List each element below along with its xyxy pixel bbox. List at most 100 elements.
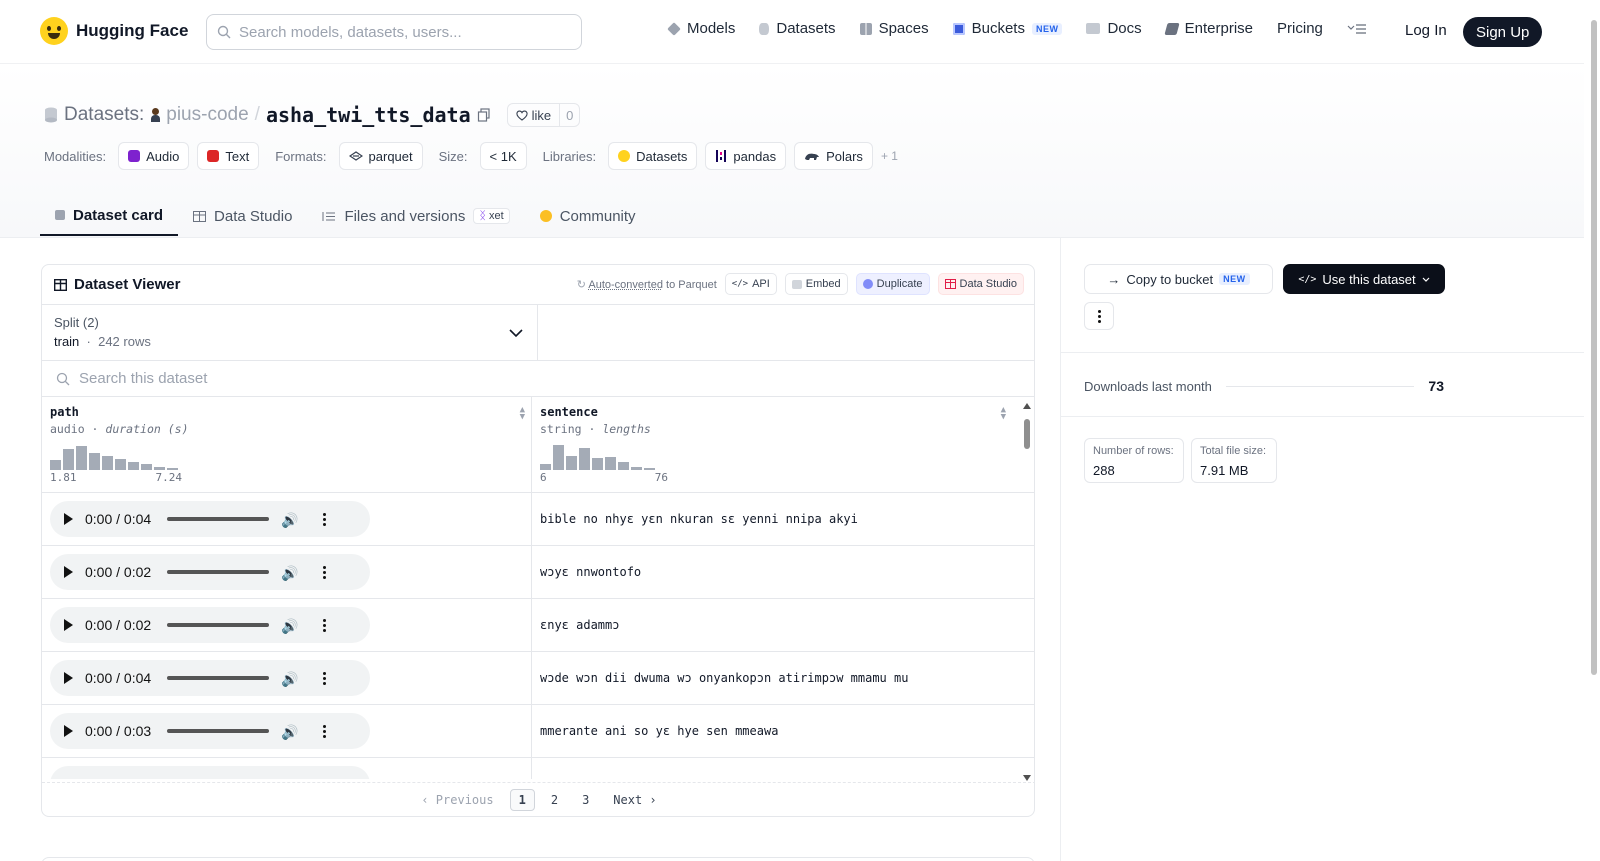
histogram-bar[interactable] [579,448,590,470]
histogram-bar[interactable] [128,462,139,470]
nav-more-menu[interactable] [1347,23,1367,35]
tab-data-studio[interactable]: Data Studio [178,196,307,236]
use-this-dataset-button[interactable]: </> Use this dataset [1283,264,1445,294]
nav-docs[interactable]: Docs [1086,20,1141,37]
copy-to-bucket-button[interactable]: → Copy to bucket NEW [1084,264,1273,294]
nav-buckets[interactable]: Buckets NEW [953,20,1063,37]
column-header-sentence[interactable]: sentence string · lengths 6 76 ▲ ▼ [532,397,1012,492]
api-button[interactable]: </> API [725,273,777,295]
tab-community[interactable]: Community [525,196,651,236]
previous-page-button[interactable]: ‹ Previous [413,790,501,810]
audio-progress-track[interactable] [167,676,269,680]
histogram-bar[interactable] [63,449,74,470]
histogram-bar[interactable] [167,468,178,470]
audio-player[interactable]: 0:00 / 0:02 🔊 [50,607,370,643]
histogram-bar[interactable] [540,464,551,470]
duplicate-button[interactable]: Duplicate [856,273,930,295]
histogram-bar[interactable] [102,456,113,470]
audio-player[interactable]: 0:00 / 0:02 🔊 [50,554,370,590]
play-icon[interactable] [64,566,73,578]
histogram-bar[interactable] [644,468,655,470]
table-row[interactable]: 0:00 / 0:02 🔊 ɛnyɛ adammɔ [42,599,1034,652]
histogram-bar[interactable] [76,446,87,470]
tab-dataset-card[interactable]: Dataset card [40,196,178,236]
tag-pandas[interactable]: pandas [705,142,786,170]
histogram-bar[interactable] [566,456,577,470]
tag-polars[interactable]: Polars [794,142,873,170]
table-row[interactable]: 0:00 / 0:04 🔊 bible no nhyɛ yɛn nkuran sɛ… [42,493,1034,546]
tab-files-and-versions[interactable]: Files and versions ᛝ xet [307,196,524,236]
table-row[interactable]: 0:00 / 0:04 🔊 wɔde wɔn dii dwuma wɔ onyan… [42,652,1034,705]
volume-icon[interactable]: 🔊 [281,724,295,738]
like-button[interactable]: like 0 [507,103,581,127]
volume-icon[interactable]: 🔊 [281,671,295,685]
more-options-icon[interactable] [323,725,326,738]
table-row-partial[interactable] [42,758,1034,779]
data-studio-button[interactable]: Data Studio [938,273,1024,295]
table-scrollbar[interactable] [1020,401,1034,783]
audio-progress-track[interactable] [167,570,269,574]
play-icon[interactable] [64,513,73,525]
more-options-icon[interactable] [323,566,326,579]
histogram-bar[interactable] [605,457,616,470]
more-options-icon[interactable] [323,513,326,526]
next-page-button[interactable]: Next › [605,790,664,810]
nav-datasets[interactable]: Datasets [759,20,835,37]
home-logo-link[interactable]: Hugging Face [40,17,188,45]
play-icon[interactable] [64,672,73,684]
histogram-bar[interactable] [50,460,61,470]
repo-owner-link[interactable]: pius-code [166,104,248,126]
sort-icon[interactable]: ▲ ▼ [520,407,525,421]
column-header-path[interactable]: path audio · duration (s) 1.81 7.24 ▲ ▼ [42,397,532,492]
more-options-icon[interactable] [323,619,326,632]
histogram-bar[interactable] [618,462,629,470]
auto-converted-link[interactable]: Auto-converted [588,279,663,291]
dataset-search[interactable]: Search this dataset [42,361,1034,397]
audio-player[interactable]: 0:00 / 0:03 🔊 [50,713,370,749]
table-row[interactable]: 0:00 / 0:02 🔊 wɔyɛ nnwontofo [42,546,1034,599]
audio-player[interactable]: 0:00 / 0:04 🔊 [50,501,370,537]
page-1-button[interactable]: 1 [510,789,535,811]
scroll-up-icon[interactable] [1023,403,1031,409]
histogram-bar[interactable] [592,458,603,470]
tag-size[interactable]: < 1K [480,142,527,170]
signup-button[interactable]: Sign Up [1463,17,1542,47]
nav-enterprise[interactable]: Enterprise [1166,20,1253,37]
copy-icon[interactable] [477,108,491,122]
play-icon[interactable] [64,725,73,737]
nav-pricing[interactable]: Pricing [1277,20,1323,37]
more-libraries-link[interactable]: + 1 [881,149,898,163]
audio-progress-track[interactable] [167,623,269,627]
audio-progress-track[interactable] [167,517,269,521]
tag-audio[interactable]: Audio [118,142,189,170]
volume-icon[interactable]: 🔊 [281,618,295,632]
nav-spaces[interactable]: Spaces [860,20,929,37]
table-row[interactable]: 0:00 / 0:03 🔊 mmerante ani so yɛ hye sen … [42,705,1034,758]
global-search[interactable] [206,14,582,50]
histogram-bar[interactable] [553,445,564,470]
global-search-input[interactable] [239,24,559,41]
login-link[interactable]: Log In [1405,22,1447,39]
more-options-icon[interactable] [323,672,326,685]
tag-datasets-lib[interactable]: Datasets [608,142,697,170]
histogram-bar[interactable] [141,464,152,470]
histogram-bar[interactable] [154,467,165,470]
volume-icon[interactable]: 🔊 [281,512,295,526]
scroll-down-icon[interactable] [1023,775,1031,781]
sort-icon[interactable]: ▲ ▼ [1001,407,1006,421]
audio-player[interactable]: 0:00 / 0:04 🔊 [50,660,370,696]
audio-player[interactable] [50,766,370,779]
tag-parquet[interactable]: parquet [339,142,423,170]
more-options-button[interactable] [1084,302,1114,330]
page-scrollbar[interactable] [1588,0,1600,861]
histogram-bar[interactable] [89,453,100,470]
tag-text[interactable]: Text [197,142,259,170]
nav-models[interactable]: Models [668,20,735,37]
histogram-bar[interactable] [631,467,642,470]
page-3-button[interactable]: 3 [574,790,597,810]
split-selector[interactable]: Split (2) train · 242 rows [42,305,538,360]
histogram-bar[interactable] [115,459,126,470]
audio-progress-track[interactable] [167,729,269,733]
scrollbar-thumb[interactable] [1024,419,1030,449]
page-scrollbar-thumb[interactable] [1591,20,1597,675]
